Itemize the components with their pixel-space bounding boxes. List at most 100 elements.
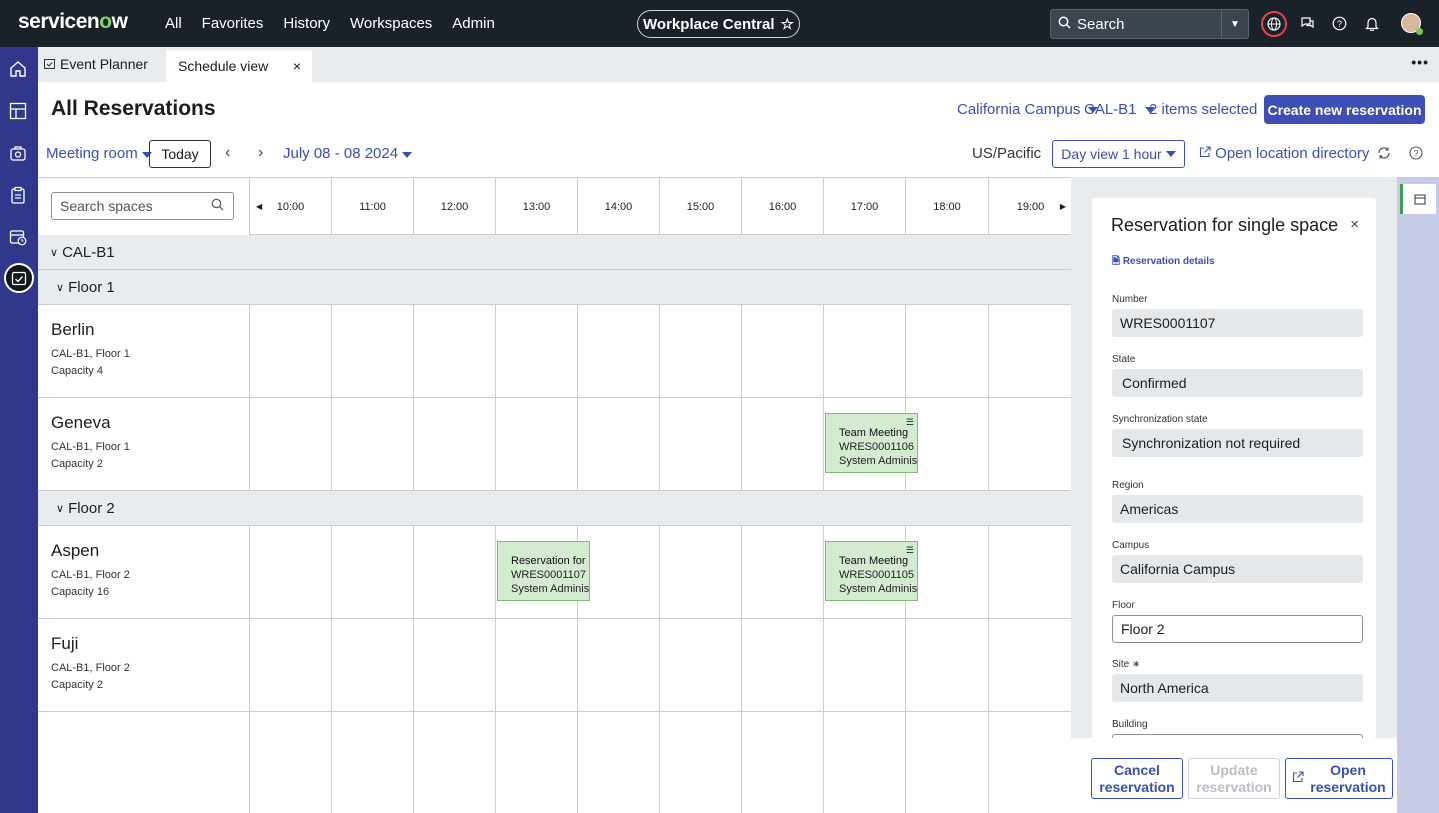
clipboard-icon[interactable]: [7, 184, 29, 206]
items-selected-label: 2 items selected: [1149, 101, 1258, 118]
left-rail: [0, 47, 38, 813]
tab-schedule-view-label: Schedule view: [178, 58, 269, 74]
field-label: Site ∗: [1112, 659, 1141, 670]
building-group-row[interactable]: ∨ CAL-B1: [38, 235, 1071, 270]
close-icon[interactable]: ×: [1350, 216, 1359, 233]
nav-history[interactable]: History: [283, 15, 330, 32]
space-type-dropdown[interactable]: Meeting room: [46, 145, 152, 162]
open-reservation-button[interactable]: Open reservation: [1285, 758, 1393, 799]
search-placeholder: Search: [1077, 15, 1125, 33]
reservation-details-link[interactable]: 🗎 Reservation details: [1112, 254, 1215, 271]
room-capacity: Capacity 16: [51, 586, 110, 598]
items-selected-filter[interactable]: 2 items selected: [1149, 101, 1276, 118]
dashboard-icon[interactable]: [7, 100, 29, 122]
help-icon[interactable]: ?: [1409, 146, 1424, 161]
top-navigation: servicenow All Favorites History Workspa…: [0, 0, 1439, 47]
open-location-directory-link[interactable]: Open location directory: [1199, 145, 1369, 162]
search-scope-dropdown-icon[interactable]: ▼: [1221, 10, 1248, 38]
floor-group-row[interactable]: ∨ Floor 2: [38, 491, 1071, 526]
campus-filter[interactable]: California Campus: [957, 101, 1099, 118]
reservation-event[interactable]: ☰ Team Meeting WRES0001105 System Admini…: [825, 541, 918, 601]
room-capacity: Capacity 2: [51, 458, 103, 470]
tab-event-planner[interactable]: Event Planner: [44, 56, 148, 72]
home-icon[interactable]: [7, 58, 29, 80]
room-name: Fuji: [51, 634, 79, 653]
search-spaces-placeholder: Search spaces: [60, 198, 153, 214]
servicenow-logo[interactable]: servicenow: [18, 10, 128, 34]
calendar-clock-icon[interactable]: [7, 226, 29, 248]
schedule-grid: Search spaces ◀ 10:00 11:00 12:00 13:00 …: [38, 177, 1071, 813]
cancel-reservation-button[interactable]: Cancel reservation: [1091, 758, 1183, 799]
nav-admin[interactable]: Admin: [452, 15, 495, 32]
external-link-icon: [1292, 770, 1304, 787]
view-selector-label: Day view 1 hour: [1061, 146, 1162, 162]
room-name: Berlin: [51, 320, 95, 339]
action-bar: Cancel reservation Update reservation Open…: [1071, 738, 1397, 813]
calendar-check-icon: [44, 56, 55, 72]
menu-icon[interactable]: ☰: [906, 415, 914, 429]
star-icon[interactable]: ☆: [780, 15, 793, 33]
field-label: Campus: [1112, 540, 1150, 551]
bell-icon[interactable]: [1363, 14, 1381, 32]
close-tab-icon[interactable]: ×: [293, 58, 301, 74]
globe-icon[interactable]: [1261, 11, 1287, 37]
update-reservation-button[interactable]: Update reservation: [1188, 758, 1280, 799]
next-icon[interactable]: ›: [258, 144, 263, 162]
svg-text:?: ?: [1413, 149, 1418, 159]
event-planner-icon[interactable]: [4, 263, 34, 293]
hour-header: 13:00: [496, 178, 578, 235]
region-field: Americas: [1112, 495, 1363, 523]
user-avatar[interactable]: [1401, 13, 1423, 35]
previous-icon[interactable]: ‹: [225, 144, 230, 162]
help-icon[interactable]: ?: [1330, 14, 1348, 32]
hour-header: 18:00: [906, 178, 989, 235]
event-number: WRES0001107: [511, 569, 587, 581]
scroll-right-icon[interactable]: ▶: [1060, 202, 1066, 211]
field-label: Synchronization state: [1112, 414, 1208, 425]
view-selector[interactable]: Day view 1 hour: [1052, 140, 1185, 168]
reservation-details-card: Reservation for single space × 🗎 Reserva…: [1092, 198, 1376, 738]
calendar-icon[interactable]: [1400, 184, 1436, 214]
date-range-picker[interactable]: July 08 - 08 2024: [283, 145, 413, 162]
create-reservation-button[interactable]: Create new reservation: [1264, 95, 1425, 124]
chevron-down-icon: ∨: [56, 281, 65, 294]
room-location: CAL-B1, Floor 1: [51, 441, 130, 453]
reservation-event[interactable]: Reservation for ... WRES0001107 System A…: [497, 541, 590, 601]
chat-icon[interactable]: [1298, 14, 1316, 32]
state-field: Confirmed: [1112, 369, 1363, 397]
reservation-event[interactable]: ☰ Team Meeting WRES0001106 System Admini…: [825, 413, 918, 473]
room-name: Aspen: [51, 541, 100, 560]
floor-group-row[interactable]: ∨ Floor 1: [38, 270, 1071, 305]
campus-filter-label: California Campus: [957, 101, 1081, 118]
panel-title: Reservation for single space: [1111, 215, 1339, 235]
menu-icon[interactable]: ☰: [906, 543, 914, 557]
today-button[interactable]: Today: [149, 140, 211, 168]
refresh-icon[interactable]: [1377, 146, 1392, 161]
workspace-pill-label: Workplace Central: [643, 15, 775, 33]
sync-state-field: Synchronization not required: [1112, 429, 1363, 457]
event-number: WRES0001106: [839, 441, 915, 453]
room-row[interactable]: Berlin CAL-B1, Floor 1 Capacity 4: [38, 305, 1071, 398]
tab-schedule-view[interactable]: Schedule view ×: [166, 50, 312, 82]
workspace-pill[interactable]: Workplace Central ☆: [637, 10, 800, 38]
nav-all[interactable]: All: [165, 15, 182, 32]
nav-workspaces[interactable]: Workspaces: [350, 15, 432, 32]
nav-links: All Favorites History Workspaces Admin: [165, 15, 515, 32]
document-icon: 🗎: [1112, 256, 1121, 267]
workplace-service-icon[interactable]: [7, 142, 29, 164]
field-label: Number: [1112, 294, 1148, 305]
room-capacity: Capacity 4: [51, 365, 103, 377]
global-search[interactable]: Search ▼: [1050, 9, 1249, 39]
event-owner: System Adminis...: [839, 583, 918, 595]
hour-header: 17:00: [824, 178, 906, 235]
room-row[interactable]: Fuji CAL-B1, Floor 2 Capacity 2: [38, 619, 1071, 712]
building-filter[interactable]: CAL-B1: [1084, 101, 1155, 118]
more-options-icon[interactable]: •••: [1411, 54, 1429, 70]
hour-header: 12:00: [414, 178, 496, 235]
floor-field[interactable]: Floor 2: [1112, 615, 1363, 643]
search-spaces-input[interactable]: Search spaces: [51, 192, 234, 220]
field-label: Region: [1112, 480, 1144, 491]
search-icon: [1051, 16, 1077, 33]
nav-favorites[interactable]: Favorites: [202, 15, 264, 32]
hour-header: 11:00: [332, 178, 414, 235]
